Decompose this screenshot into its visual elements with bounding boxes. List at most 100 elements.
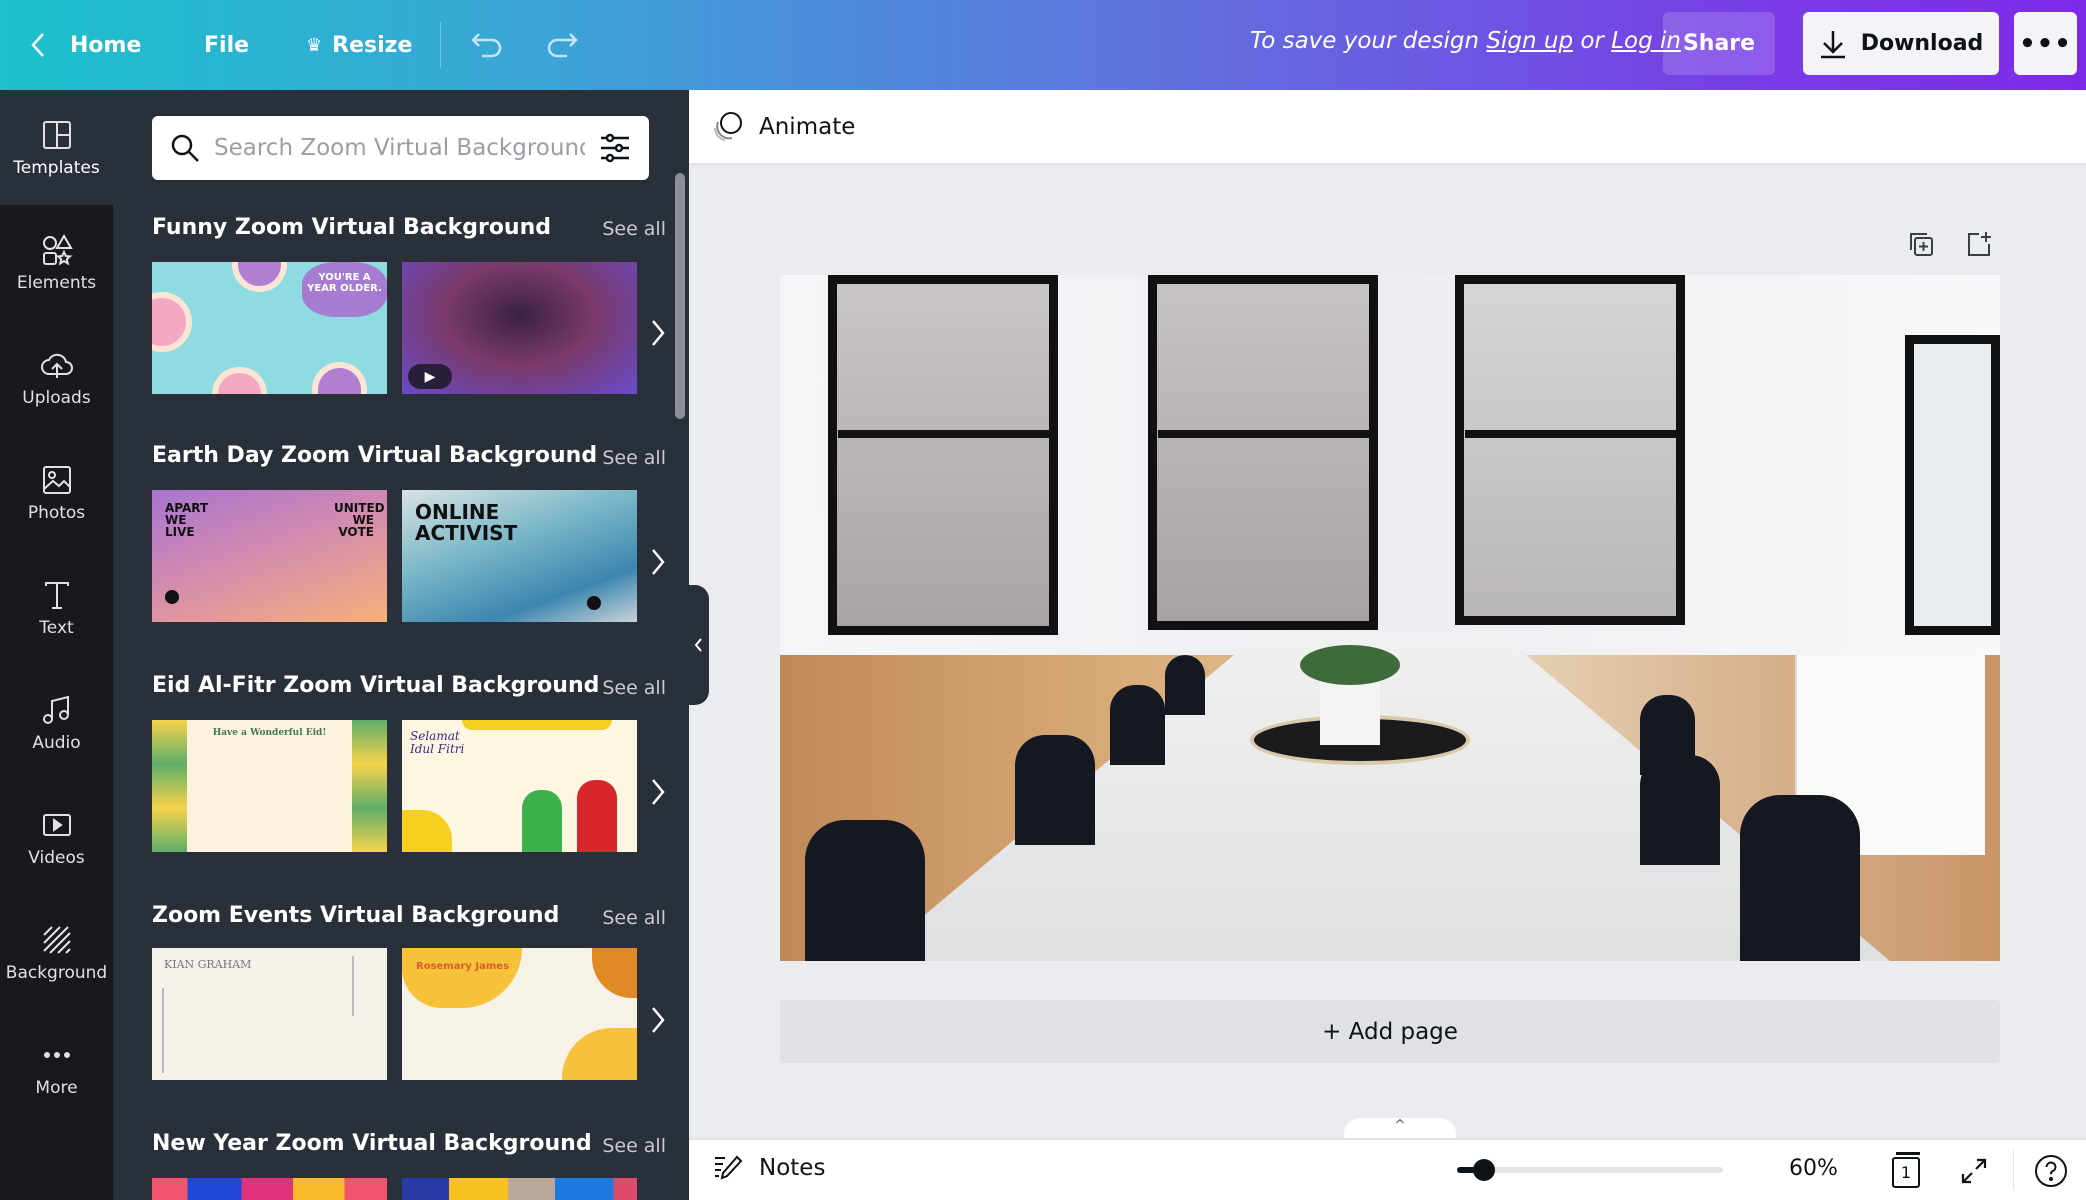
- rail-label: Videos: [28, 847, 85, 868]
- photos-icon: [42, 465, 71, 494]
- side-rail: Templates Elements Uploads Photos Text A…: [0, 90, 113, 1200]
- add-page-button[interactable]: + Add page: [780, 1000, 2000, 1063]
- audio-icon: [42, 695, 69, 724]
- save-prompt-text: To save your design: [1250, 28, 1480, 54]
- file-menu-button[interactable]: File: [204, 0, 249, 90]
- rail-item-more[interactable]: More: [0, 1010, 113, 1125]
- panel-scrollbar[interactable]: [675, 173, 685, 419]
- notes-label: Notes: [759, 1155, 826, 1181]
- collapse-panel-button[interactable]: [689, 585, 709, 705]
- chevron-right-icon[interactable]: [643, 772, 673, 812]
- rail-item-elements[interactable]: Elements: [0, 205, 113, 320]
- videos-icon: [42, 813, 71, 836]
- template-thumbnail[interactable]: ONLINE ACTIVIST: [402, 490, 637, 622]
- template-thumbnail[interactable]: KIAN GRAHAM: [152, 948, 387, 1080]
- design-canvas-image[interactable]: [780, 275, 2000, 961]
- rail-item-templates[interactable]: Templates: [0, 90, 113, 205]
- rail-label: Photos: [27, 502, 86, 523]
- search-box[interactable]: [152, 116, 649, 180]
- rail-label: Text: [39, 617, 74, 638]
- see-all-link[interactable]: See all: [602, 677, 666, 699]
- download-icon: [1820, 30, 1845, 58]
- template-thumbnail[interactable]: Rosemary James: [402, 948, 637, 1080]
- see-all-link[interactable]: See all: [602, 1135, 666, 1157]
- page-count-button[interactable]: 1: [1892, 1152, 1922, 1188]
- section-title: New Year Zoom Virtual Background: [152, 1131, 592, 1156]
- duplicate-page-icon[interactable]: [1907, 230, 1935, 258]
- background-icon: [42, 925, 71, 954]
- home-label: Home: [70, 32, 142, 58]
- crown-icon: ♛: [306, 34, 323, 56]
- or-text: or: [1580, 28, 1604, 54]
- rail-label: Background: [5, 962, 108, 983]
- rail-label: Uploads: [22, 387, 91, 408]
- thumbnail-text: Selamat Idul Fitri: [410, 729, 465, 756]
- section-title: Funny Zoom Virtual Background: [152, 215, 552, 240]
- divider: [440, 22, 441, 68]
- template-thumbnail[interactable]: Have a Wonderful Eid!: [152, 720, 387, 852]
- sign-up-link[interactable]: Sign up: [1486, 28, 1573, 54]
- uploads-icon: [40, 353, 73, 378]
- play-icon: ▶: [424, 368, 436, 385]
- notes-button[interactable]: Notes: [713, 1154, 825, 1182]
- search-input[interactable]: [214, 135, 585, 161]
- rail-item-text[interactable]: Text: [0, 550, 113, 665]
- more-icon: [43, 1051, 70, 1058]
- rail-label: More: [35, 1077, 78, 1098]
- animate-label: Animate: [759, 113, 856, 140]
- bottom-bar: Notes 60% 1: [689, 1138, 2086, 1200]
- help-icon[interactable]: [2034, 1154, 2068, 1188]
- top-header: Home File ♛ Resize To save your design S…: [0, 0, 2086, 90]
- more-options-button[interactable]: •••: [2014, 12, 2077, 75]
- chevron-right-icon[interactable]: [643, 1000, 673, 1040]
- save-prompt: To save your design Sign up or Log in: [1250, 28, 1681, 54]
- see-all-link[interactable]: See all: [602, 218, 666, 240]
- chevron-left-icon: [31, 33, 44, 57]
- rail-item-photos[interactable]: Photos: [0, 435, 113, 550]
- template-thumbnail[interactable]: ▶: [402, 262, 637, 394]
- thumbnail-text: YOU'RE A YEAR OLDER.: [302, 262, 387, 317]
- download-button[interactable]: Download: [1803, 12, 1999, 75]
- template-thumbnail[interactable]: Selamat Idul Fitri: [402, 720, 637, 852]
- templates-icon: [42, 120, 71, 149]
- rail-item-uploads[interactable]: Uploads: [0, 320, 113, 435]
- resize-button[interactable]: ♛ Resize: [306, 0, 412, 90]
- page-stack-icon: [1896, 1152, 1920, 1155]
- animate-button[interactable]: Animate: [711, 110, 855, 144]
- zoom-slider[interactable]: [1457, 1159, 1723, 1181]
- redo-icon: [547, 33, 578, 58]
- search-icon: [171, 134, 199, 162]
- filter-icon[interactable]: [599, 133, 631, 163]
- add-page-icon[interactable]: [1965, 230, 1993, 258]
- zoom-level[interactable]: 60%: [1789, 1156, 1838, 1181]
- thumbnail-text: Have a Wonderful Eid!: [212, 728, 327, 738]
- divider: [2013, 1150, 2014, 1190]
- see-all-link[interactable]: See all: [602, 447, 666, 469]
- template-thumbnail[interactable]: [152, 1178, 387, 1200]
- template-thumbnail[interactable]: APART WE LIVE UNITED WE VOTE: [152, 490, 387, 622]
- template-thumbnail[interactable]: [402, 1178, 637, 1200]
- show-pages-toggle[interactable]: ^: [1344, 1118, 1456, 1140]
- see-all-link[interactable]: See all: [602, 907, 666, 929]
- thumbnail-text: ONLINE ACTIVIST: [415, 500, 518, 545]
- home-button[interactable]: Home: [30, 0, 141, 90]
- rail-item-videos[interactable]: Videos: [0, 780, 113, 895]
- rail-item-background[interactable]: Background: [0, 895, 113, 1010]
- template-thumbnail[interactable]: YOU'RE A YEAR OLDER.: [152, 262, 387, 394]
- undo-button[interactable]: [470, 0, 504, 90]
- chevron-up-icon: ^: [1394, 1118, 1406, 1133]
- zoom-slider-knob[interactable]: [1473, 1159, 1496, 1181]
- section-title: Zoom Events Virtual Background: [152, 903, 560, 928]
- fullscreen-icon[interactable]: [1959, 1156, 1989, 1186]
- redo-button[interactable]: [545, 0, 579, 90]
- video-play-badge: ▶: [408, 364, 452, 389]
- chevron-right-icon[interactable]: [643, 542, 673, 582]
- animate-icon: [713, 111, 742, 141]
- templates-panel: Funny Zoom Virtual Background See all YO…: [113, 90, 689, 1200]
- chevron-right-icon[interactable]: [643, 313, 673, 353]
- rail-item-audio[interactable]: Audio: [0, 665, 113, 780]
- share-button[interactable]: Share: [1663, 12, 1775, 75]
- text-icon: [44, 581, 69, 609]
- section-title: Earth Day Zoom Virtual Background: [152, 443, 598, 468]
- chevron-left-icon: [694, 638, 702, 652]
